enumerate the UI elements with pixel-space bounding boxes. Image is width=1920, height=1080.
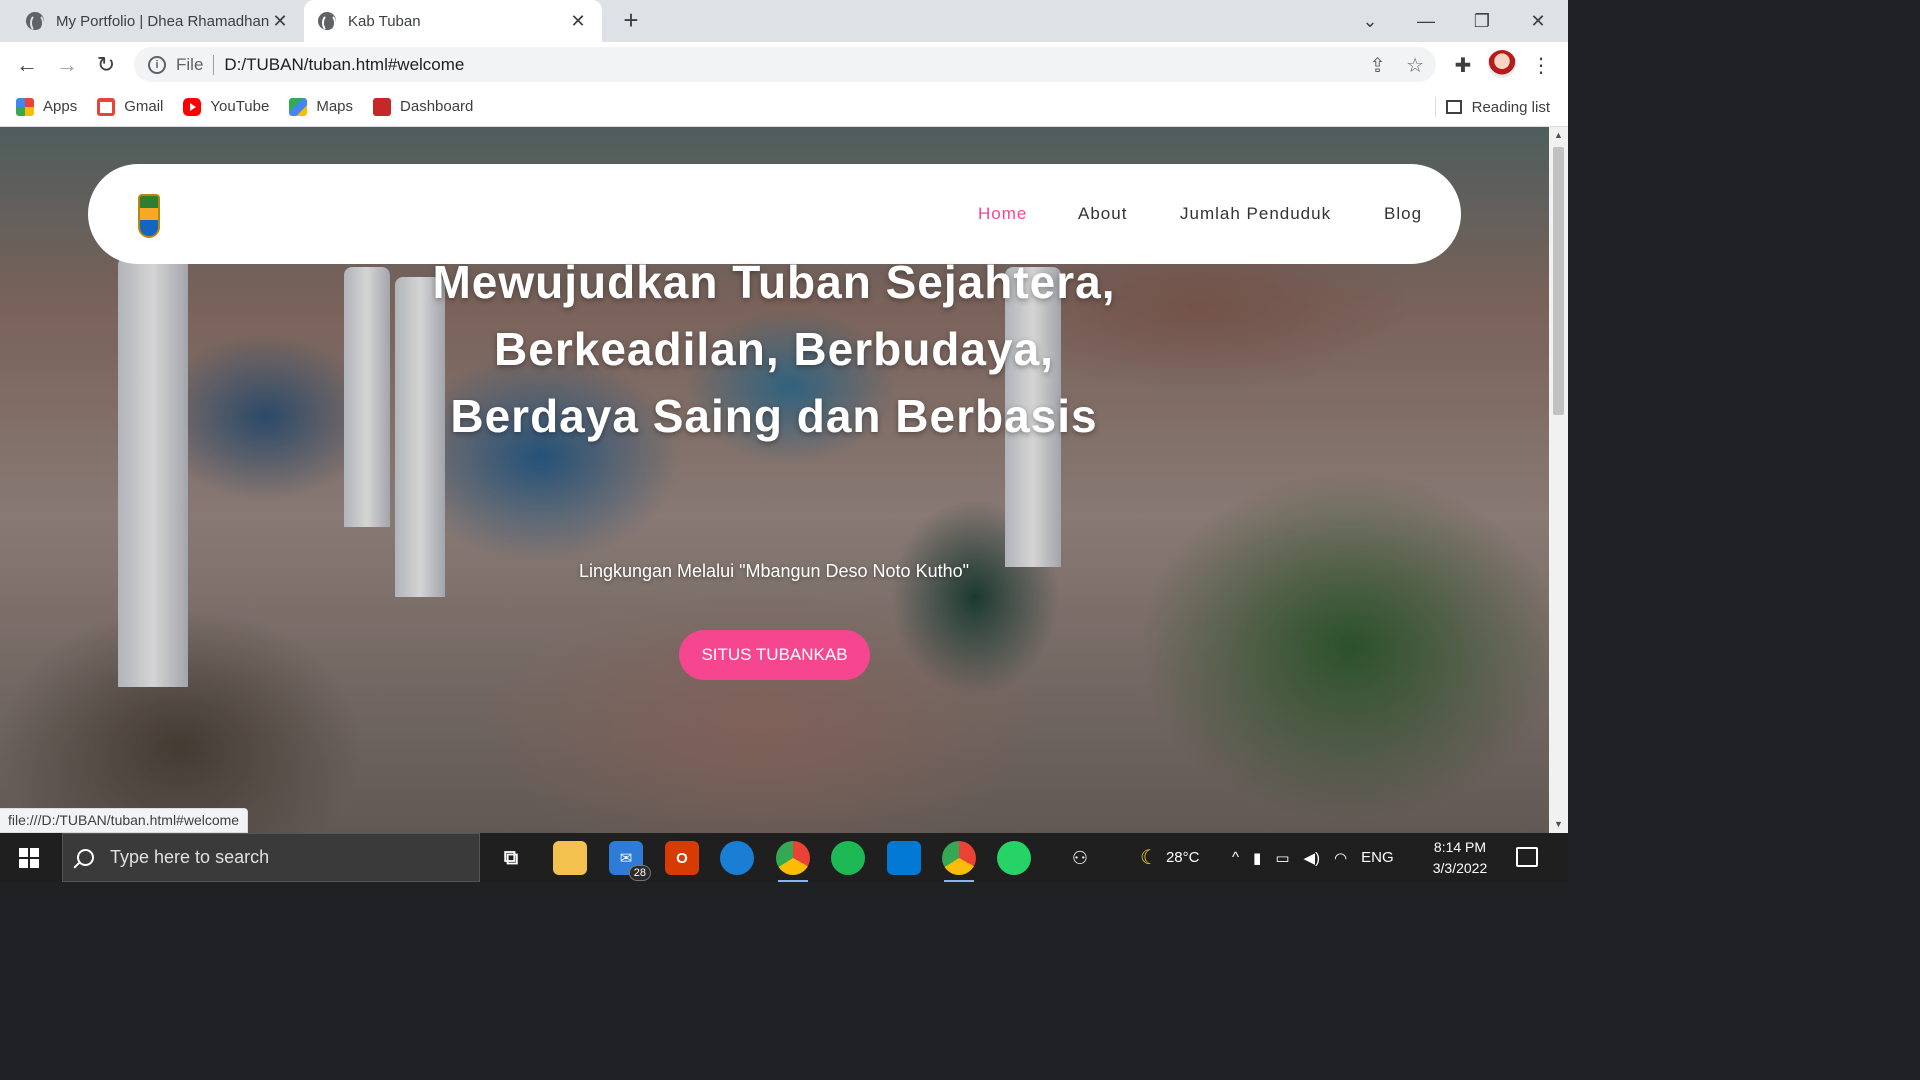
bookmark-label: Dashboard [400,98,474,115]
tuban-logo[interactable] [138,194,160,238]
spotify-icon[interactable] [831,841,865,875]
bookmark-dashboard[interactable]: Dashboard [373,97,474,116]
bookmark-label: Gmail [124,98,164,115]
task-view-icon[interactable]: ⧉ [494,841,528,875]
volume-icon[interactable]: ◀) [1304,849,1321,867]
profile-avatar[interactable] [1488,50,1516,78]
tab-title: My Portfolio | Dhea Rhamadhani [56,12,270,30]
globe-icon [318,12,336,32]
browser-window: My Portfolio | Dhea Rhamadhani ✕ Kab Tub… [0,0,1568,882]
bookmark-label: Maps [316,98,354,115]
chrome-icon[interactable] [942,841,976,882]
bookmark-label: YouTube [210,98,270,115]
scroll-up-arrow-icon[interactable]: ▲ [1549,127,1568,144]
tab-search-icon[interactable]: ⌄ [1342,0,1398,42]
clock-date: 3/3/2022 [1432,860,1488,876]
hero-subline: Lingkungan Melalui "Mbangun Deso Noto Ku… [578,561,970,581]
reload-icon[interactable]: ↻ [89,48,123,82]
new-tab-button[interactable]: + [616,6,646,36]
mail-badge: 28 [628,865,651,881]
weather-temp: 28°C [1165,849,1200,866]
battery-icon[interactable]: ▭ [1275,849,1289,867]
page-viewport: Home About Jumlah Penduduk Blog Mewujudk… [0,127,1568,833]
info-icon[interactable]: i [148,55,166,74]
nav-home[interactable]: Home [978,204,1027,224]
close-window-icon[interactable]: ✕ [1510,0,1566,42]
nav-blog[interactable]: Blog [1384,204,1422,224]
maps-icon [289,97,308,116]
notification-center-icon[interactable] [1516,847,1538,867]
globe-icon [26,12,44,32]
windows-taskbar: Type here to search ⧉ ✉ 28 O ⚇ ☾ 28°C ^ ▮… [0,833,1568,882]
tab-title: Kab Tuban [348,12,421,30]
reading-list-icon [1445,100,1462,114]
back-icon[interactable]: ← [10,48,44,82]
language-indicator[interactable]: ENG [1361,849,1394,866]
bookmark-label: Apps [43,98,78,115]
wifi-icon[interactable]: ◠ [1334,849,1347,867]
office-icon[interactable]: O [665,841,699,875]
status-bar-url: file:///D:/TUBAN/tuban.html#welcome [0,808,249,833]
windows-logo-icon [19,847,39,868]
divider [1434,97,1436,117]
search-placeholder: Type here to search [110,847,270,867]
tab-kab-tuban[interactable]: Kab Tuban ✕ [304,0,602,42]
menu-kebab-icon[interactable]: ⋮ [1528,52,1554,78]
microphone-icon[interactable]: ▮ [1253,849,1261,867]
bookmark-youtube[interactable]: YouTube [183,97,270,116]
whatsapp-icon[interactable] [997,841,1031,875]
dashboard-icon [373,97,392,116]
people-icon[interactable]: ⚇ [1063,841,1097,875]
address-url[interactable]: D:/TUBAN/tuban.html#welcome [224,55,464,75]
scroll-down-arrow-icon[interactable]: ▼ [1549,816,1568,833]
taskbar-search[interactable]: Type here to search [62,833,480,882]
hero-headline-bold: Berkeadilan, Berbudaya, Berdaya Saing da… [450,323,1098,442]
edge-icon[interactable] [720,841,754,875]
nav-about[interactable]: About [1078,204,1127,224]
hero-headline-plain: Mewujudkan Tuban Sejahtera, [432,256,1116,308]
system-tray: ^ ▮ ▭ ◀) ◠ ENG [1232,833,1394,882]
bookmark-maps[interactable]: Maps [289,97,354,116]
vscode-icon[interactable] [887,841,921,875]
reading-list-label: Reading list [1471,98,1550,116]
close-icon[interactable]: ✕ [270,11,290,32]
tab-strip: My Portfolio | Dhea Rhamadhani ✕ Kab Tub… [0,0,1568,42]
hero-headline: Mewujudkan Tuban Sejahtera, Berkeadilan,… [424,249,1124,450]
apps-grid-icon [16,97,34,116]
reading-list-button[interactable]: Reading list [1434,87,1550,127]
browser-toolbar: ← → ↻ i File D:/TUBAN/tuban.html#welcome… [0,42,1568,87]
address-scheme: File [176,54,215,75]
chrome-profile-icon[interactable] [776,841,810,882]
youtube-icon [183,97,202,116]
bookmark-apps[interactable]: Apps [16,97,78,116]
page-scrollbar[interactable]: ▲ ▼ [1549,127,1568,833]
forward-icon[interactable]: → [50,48,84,82]
chevron-up-icon[interactable]: ^ [1232,849,1239,866]
share-icon[interactable]: ⇪ [1369,53,1386,78]
search-icon [77,849,94,866]
minimize-icon[interactable]: — [1398,0,1454,42]
weather-widget[interactable]: ☾ 28°C [1140,833,1199,882]
nav-jumlah-penduduk[interactable]: Jumlah Penduduk [1180,204,1331,224]
restore-icon[interactable]: ❐ [1454,0,1510,42]
mail-icon[interactable]: ✉ 28 [609,841,651,881]
hero-background-image: Home About Jumlah Penduduk Blog Mewujudk… [0,127,1549,833]
scrollbar-thumb[interactable] [1553,147,1564,415]
file-explorer-icon[interactable] [553,841,587,875]
gmail-icon [97,97,116,116]
bookmark-gmail[interactable]: Gmail [97,97,164,116]
address-bar[interactable]: i File D:/TUBAN/tuban.html#welcome ⇪ ☆ [134,47,1436,82]
moon-cloud-icon: ☾ [1140,847,1158,869]
taskbar-clock[interactable]: 8:14 PM 3/3/2022 [1420,837,1500,879]
bookmark-star-icon[interactable]: ☆ [1406,53,1424,78]
tab-portfolio[interactable]: My Portfolio | Dhea Rhamadhani ✕ [12,0,304,42]
bookmarks-bar: Apps Gmail YouTube Maps Dashboard Readin… [0,87,1568,127]
start-button[interactable] [0,833,58,882]
situs-tubankab-button[interactable]: SITUS TUBANKAB [679,630,870,680]
clock-time: 8:14 PM [1433,839,1487,855]
extensions-icon[interactable]: ✚ [1450,52,1476,78]
close-icon[interactable]: ✕ [568,11,588,32]
